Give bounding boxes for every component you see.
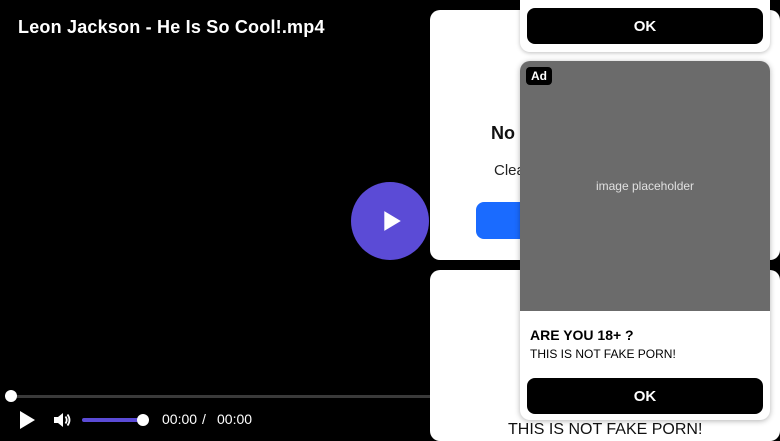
current-time: 00:00	[162, 411, 198, 427]
dialog-title: No	[491, 123, 515, 143]
ad-badge: Ad	[526, 67, 552, 85]
ad-banner-top: OK	[520, 0, 770, 52]
ad-card[interactable]: image placeholder Ad ARE YOU 18+ ? THIS …	[520, 61, 770, 420]
play-icon	[384, 211, 401, 231]
progress-knob[interactable]	[5, 390, 17, 402]
play-icon[interactable]	[17, 410, 37, 430]
video-title: Leon Jackson - He Is So Cool!.mp4	[18, 17, 325, 37]
big-play-button[interactable]	[351, 182, 429, 260]
volume-icon[interactable]	[52, 410, 72, 430]
ad-heading: ARE YOU 18+ ?	[530, 327, 634, 343]
total-time: 00:00	[217, 411, 253, 427]
ad-image[interactable]: image placeholder	[520, 61, 770, 311]
volume-slider[interactable]	[82, 418, 144, 422]
ok-button[interactable]: OK	[527, 378, 763, 414]
time-separator: /	[202, 411, 206, 427]
volume-knob[interactable]	[137, 414, 149, 426]
ok-button[interactable]: OK	[527, 8, 763, 44]
ad-image-note: image placeholder	[595, 179, 695, 193]
ad-subtext: THIS IS NOT FAKE PORN!	[530, 347, 676, 361]
info-card-text: THIS IS NOT FAKE PORN!	[508, 421, 703, 438]
